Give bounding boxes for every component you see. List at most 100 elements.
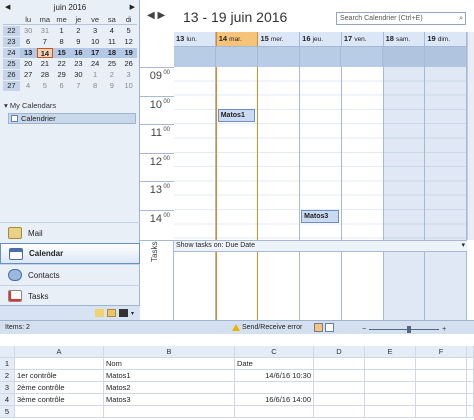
column-header[interactable]: E — [365, 346, 416, 357]
sheet-cell[interactable] — [416, 406, 467, 417]
zoom-slider[interactable]: − + — [362, 323, 446, 336]
mini-calendar-day[interactable]: 7 — [70, 81, 87, 91]
mini-calendar-day[interactable]: 19 — [120, 48, 137, 58]
search-icon[interactable]: ⌕ — [459, 13, 463, 24]
day-column[interactable] — [425, 67, 468, 240]
column-header[interactable]: F — [416, 346, 467, 357]
tasks-filter-bar[interactable]: Show tasks on: Due Date ▾ — [174, 240, 467, 252]
day-column[interactable] — [258, 67, 301, 240]
week-number[interactable]: 22 — [3, 26, 20, 36]
mini-calendar-day[interactable]: 27 — [20, 70, 37, 80]
sheet-cell[interactable]: 14/6/16 10:30 — [235, 370, 314, 381]
mini-calendar-day[interactable]: 29 — [53, 70, 70, 80]
day-header[interactable]: 17 ven. — [341, 32, 384, 47]
mini-calendar-day[interactable]: 13 — [19, 48, 37, 58]
mini-calendar-day[interactable]: 1 — [87, 70, 104, 80]
next-week-icon[interactable]: ▶ — [157, 10, 165, 21]
week-number[interactable]: 25 — [3, 59, 20, 69]
week-grid[interactable]: Matos1 Matos3 — [174, 67, 468, 240]
mini-calendar-day[interactable]: 3 — [120, 70, 137, 80]
prev-month-icon[interactable]: ◀ — [5, 2, 10, 14]
sheet-cell[interactable]: 3ème contrôle — [15, 394, 104, 405]
reading-view-icon[interactable] — [325, 323, 334, 332]
nav-tasks-button[interactable]: Tasks — [0, 285, 140, 306]
vertical-scrollbar[interactable] — [467, 32, 474, 240]
sheet-cell[interactable] — [416, 358, 467, 369]
day-header[interactable]: 16 jeu. — [300, 32, 342, 47]
chevron-down-icon[interactable]: ▾ — [461, 241, 465, 251]
sheet-cell[interactable] — [416, 370, 467, 381]
mini-calendar-day[interactable]: 21 — [37, 59, 54, 69]
mini-calendar-day[interactable]: 6 — [53, 81, 70, 91]
mini-calendar-day[interactable]: 30 — [70, 70, 87, 80]
mini-calendar-day[interactable]: 26 — [120, 59, 137, 69]
day-column[interactable]: Matos3 — [300, 67, 342, 240]
mini-calendar-day[interactable]: 20 — [20, 59, 37, 69]
mini-calendar-day[interactable]: 2 — [104, 70, 121, 80]
calendar-item-calendrier[interactable]: Calendrier — [8, 113, 136, 124]
sheet-cell[interactable] — [314, 394, 365, 405]
mini-calendar-day[interactable]: 10 — [87, 37, 104, 47]
sheet-cell[interactable] — [314, 358, 365, 369]
mini-calendar-day[interactable]: 30 — [20, 26, 37, 36]
sheet-cell[interactable] — [235, 406, 314, 417]
sheet-cell[interactable] — [467, 358, 474, 369]
mini-calendar-day[interactable]: 25 — [104, 59, 121, 69]
zoom-in-icon[interactable]: + — [442, 323, 446, 336]
row-header[interactable]: 3 — [0, 382, 15, 393]
row-header[interactable]: 4 — [0, 394, 15, 405]
all-day-row[interactable] — [174, 47, 468, 67]
column-header[interactable]: A — [15, 346, 104, 357]
mini-calendar-day[interactable]: 9 — [104, 81, 121, 91]
sheet-cell[interactable]: Date — [235, 358, 314, 369]
day-header[interactable]: 18 sam. — [383, 32, 426, 47]
mini-calendar-day[interactable]: 24 — [87, 59, 104, 69]
column-header[interactable]: C — [235, 346, 314, 357]
sheet-cell[interactable]: 1er contrôle — [15, 370, 104, 381]
sheet-cell[interactable]: Matos1 — [104, 370, 235, 381]
week-number[interactable]: 23 — [3, 37, 20, 47]
notes-icon[interactable] — [94, 309, 104, 317]
day-header[interactable]: 13 lun. — [174, 32, 216, 47]
sheet-cell[interactable] — [365, 370, 416, 381]
sheet-cell[interactable] — [467, 394, 474, 405]
sheet-cell[interactable] — [365, 394, 416, 405]
configure-buttons-icon[interactable]: ▾ — [131, 310, 134, 317]
sheet-cell[interactable] — [416, 394, 467, 405]
mini-calendar-day[interactable]: 8 — [53, 37, 70, 47]
tasks-area[interactable] — [174, 252, 468, 320]
sheet-cell[interactable]: Matos2 — [104, 382, 235, 393]
day-column[interactable] — [174, 67, 216, 240]
next-month-icon[interactable]: ▶ — [130, 2, 135, 14]
mini-calendar-day[interactable]: 5 — [37, 81, 54, 91]
week-number[interactable]: 24 — [3, 48, 20, 58]
sheet-cell[interactable] — [365, 382, 416, 393]
mini-calendar-day[interactable]: 2 — [70, 26, 87, 36]
day-column[interactable] — [341, 67, 384, 240]
folder-icon[interactable] — [106, 309, 116, 317]
day-column[interactable]: Matos1 — [215, 67, 259, 240]
sheet-cell[interactable] — [15, 358, 104, 369]
sheet-cell[interactable]: Nom — [104, 358, 235, 369]
calendar-checkbox[interactable] — [11, 115, 18, 122]
day-header[interactable]: 19 dim. — [425, 32, 468, 47]
corner-cell[interactable] — [0, 346, 15, 357]
row-header[interactable]: 2 — [0, 370, 15, 381]
sheet-cell[interactable] — [235, 382, 314, 393]
sheet-cell[interactable] — [314, 406, 365, 417]
shortcuts-icon[interactable] — [118, 309, 128, 317]
send-receive-error[interactable]: Send/Receive error — [232, 321, 302, 334]
mini-calendar-day[interactable]: 10 — [120, 81, 137, 91]
mini-calendar-day[interactable]: 7 — [37, 37, 54, 47]
week-number[interactable]: 26 — [3, 70, 20, 80]
column-header[interactable]: B — [104, 346, 235, 357]
sheet-cell[interactable] — [467, 406, 474, 417]
mini-calendar-day[interactable]: 18 — [103, 48, 121, 58]
sheet-cell[interactable] — [365, 358, 416, 369]
nav-mail-button[interactable]: Mail — [0, 222, 140, 243]
mini-calendar-day[interactable]: 11 — [104, 37, 121, 47]
mini-calendar-day[interactable]: 28 — [37, 70, 54, 80]
mini-calendar-day[interactable]: 31 — [37, 26, 54, 36]
mini-calendar-day[interactable]: 3 — [87, 26, 104, 36]
day-header[interactable]: 15 mer. — [258, 32, 301, 47]
